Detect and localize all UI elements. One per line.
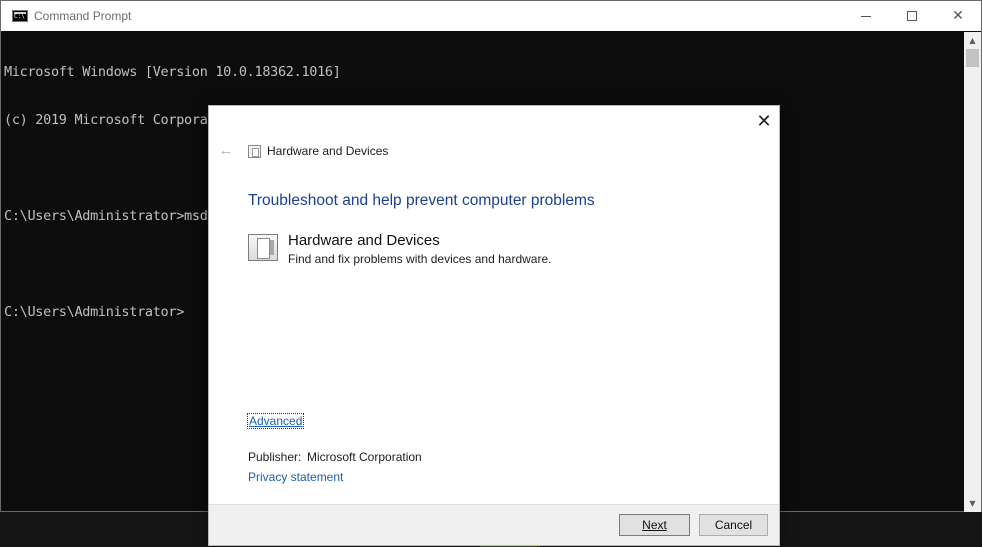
chevron-up-icon: ▲	[969, 36, 976, 45]
next-button[interactable]: Next	[619, 514, 690, 536]
maximize-icon	[907, 11, 917, 21]
vertical-scrollbar[interactable]: ▲ ▼	[964, 32, 981, 512]
console-line: Microsoft Windows [Version 10.0.18362.10…	[4, 64, 341, 80]
maximize-button[interactable]	[889, 1, 935, 31]
dialog-heading: Troubleshoot and help prevent computer p…	[248, 192, 595, 209]
cancel-button-label: Cancel	[714, 518, 753, 532]
cmd-titlebar[interactable]: Command Prompt ✕	[1, 1, 981, 31]
back-button[interactable]: ←	[217, 141, 235, 159]
close-icon: ✕	[756, 110, 772, 131]
back-arrow-icon: ←	[218, 141, 234, 159]
troubleshooter-item-description: Find and fix problems with devices and h…	[288, 252, 552, 266]
troubleshooter-dialog: ✕ ← Hardware and Devices Troubleshoot an…	[208, 105, 780, 546]
troubleshooter-icon	[248, 145, 261, 158]
scroll-down-button[interactable]: ▼	[964, 495, 981, 512]
close-button[interactable]: ✕	[935, 1, 981, 31]
minimize-button[interactable]	[843, 1, 889, 31]
command-prompt-icon	[12, 10, 28, 22]
minimize-icon	[861, 15, 871, 17]
advanced-link[interactable]: Advanced	[246, 413, 305, 429]
cancel-button[interactable]: Cancel	[699, 514, 768, 536]
scrollbar-thumb[interactable]	[966, 49, 979, 67]
hardware-devices-icon	[248, 234, 278, 261]
dialog-footer: Next Cancel	[209, 504, 779, 545]
dialog-close-button[interactable]: ✕	[751, 110, 777, 132]
privacy-statement-link[interactable]: Privacy statement	[248, 470, 343, 484]
chevron-down-icon: ▼	[969, 499, 976, 508]
scroll-up-button[interactable]: ▲	[964, 32, 981, 49]
publisher-label: Publisher:	[248, 450, 302, 464]
troubleshooter-item-title: Hardware and Devices	[288, 232, 440, 249]
close-icon: ✕	[952, 8, 964, 24]
next-button-label: Next	[642, 518, 667, 532]
publisher-value: Microsoft Corporation	[307, 450, 422, 464]
dialog-nav-title: Hardware and Devices	[267, 144, 389, 158]
cmd-window-title: Command Prompt	[34, 9, 132, 23]
